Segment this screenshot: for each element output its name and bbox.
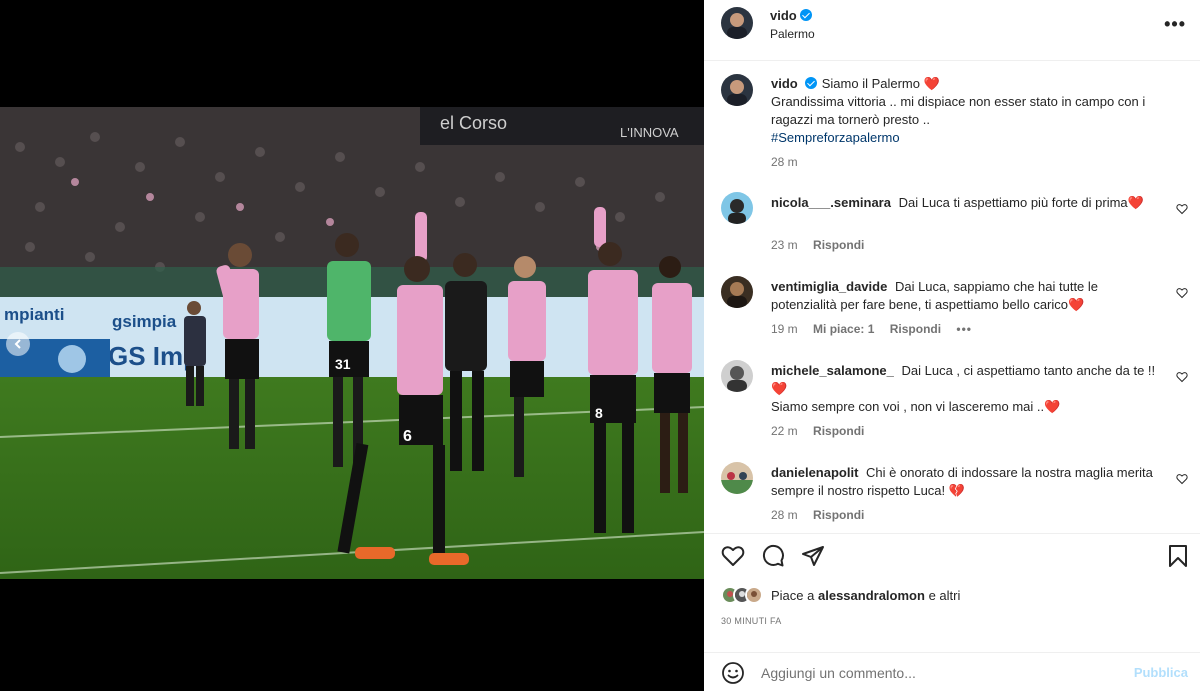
post-header: vido Palermo ••• bbox=[704, 0, 1200, 61]
bookmark-icon[interactable] bbox=[1166, 544, 1190, 568]
chevron-left-icon bbox=[14, 339, 21, 349]
comment-meta: 23 m Rispondi bbox=[771, 238, 876, 252]
caption-text: vido Siamo il Palermo ❤️ Grandissima vitt… bbox=[771, 75, 1166, 147]
comment-avatar[interactable] bbox=[721, 192, 753, 224]
like-comment-icon[interactable] bbox=[1176, 371, 1188, 383]
post-details-panel: vido Palermo ••• vido Siamo il Palermo ❤️… bbox=[704, 0, 1200, 691]
comment-time[interactable]: 22 m bbox=[771, 424, 798, 438]
comment-body: danielenapolit Chi è onorato di indossar… bbox=[771, 464, 1166, 500]
author-avatar[interactable] bbox=[721, 74, 753, 106]
comment-options-icon[interactable]: ••• bbox=[956, 322, 972, 336]
reply-button[interactable]: Rispondi bbox=[813, 238, 864, 252]
author-avatar[interactable] bbox=[721, 7, 753, 39]
comment-username[interactable]: danielenapolit bbox=[771, 465, 858, 480]
svg-text:L'INNOVA: L'INNOVA bbox=[620, 125, 679, 140]
emoji-icon[interactable] bbox=[721, 661, 745, 685]
verified-icon bbox=[799, 9, 812, 21]
author-username[interactable]: vido bbox=[770, 8, 797, 23]
reply-button[interactable]: Rispondi bbox=[813, 508, 864, 522]
comment-likes-count[interactable]: Mi piace: 1 bbox=[813, 322, 874, 336]
comment-avatar[interactable] bbox=[721, 462, 753, 494]
like-comment-icon[interactable] bbox=[1176, 287, 1188, 299]
add-comment-bar: Pubblica bbox=[704, 652, 1200, 691]
post-timestamp[interactable]: 30 MINUTI FA bbox=[721, 616, 782, 626]
caption-username[interactable]: vido bbox=[771, 76, 798, 91]
post-photo[interactable]: el Corso L'INNOVA mpianti gsimpia GS Imp bbox=[0, 107, 704, 579]
svg-text:6: 6 bbox=[403, 428, 412, 445]
comment-body: michele_salamone_ Dai Luca , ci aspettia… bbox=[771, 362, 1166, 416]
likes-suffix: e altri bbox=[928, 587, 961, 603]
share-icon[interactable] bbox=[801, 544, 825, 568]
likes-summary: Piace a alessandralomon e altri bbox=[721, 585, 960, 605]
likes-text: Piace a alessandralomon e altri bbox=[771, 588, 960, 603]
comment-icon[interactable] bbox=[761, 544, 785, 568]
caption-meta: 28 m bbox=[771, 155, 810, 169]
comment-time[interactable]: 19 m bbox=[771, 322, 798, 336]
likes-user[interactable]: alessandralomon bbox=[818, 588, 925, 603]
comment-meta: 22 m Rispondi bbox=[771, 424, 876, 438]
comment-username[interactable]: nicola___.seminara bbox=[771, 195, 891, 210]
more-icon[interactable]: ••• bbox=[1164, 14, 1186, 35]
instagram-post-view: el Corso L'INNOVA mpianti gsimpia GS Imp bbox=[0, 0, 1200, 691]
like-comment-icon[interactable] bbox=[1176, 203, 1188, 215]
post-location[interactable]: Palermo bbox=[770, 27, 815, 41]
publish-button[interactable]: Pubblica bbox=[1134, 665, 1188, 680]
verified-icon bbox=[804, 77, 817, 89]
media-area: el Corso L'INNOVA mpianti gsimpia GS Imp bbox=[0, 0, 704, 691]
reply-button[interactable]: Rispondi bbox=[890, 322, 941, 336]
author-name-row: vido bbox=[770, 8, 812, 23]
comment-meta: 28 m Rispondi bbox=[771, 508, 876, 522]
caption-emoji: ❤️ bbox=[923, 76, 940, 91]
likes-prefix: Piace a bbox=[771, 587, 815, 603]
heart-icon[interactable] bbox=[721, 544, 745, 568]
liker-avatar bbox=[745, 586, 763, 604]
comment-username[interactable]: michele_salamone_ bbox=[771, 363, 894, 378]
caption-title: Siamo il Palermo bbox=[821, 76, 920, 91]
comment-avatar[interactable] bbox=[721, 360, 753, 392]
comment-text-line2: Siamo sempre con voi , non vi lasceremo … bbox=[771, 399, 1061, 414]
svg-text:31: 31 bbox=[335, 356, 351, 372]
comment-input[interactable] bbox=[761, 663, 1111, 683]
caption-time[interactable]: 28 m bbox=[771, 155, 798, 169]
svg-text:gsimpia: gsimpia bbox=[112, 312, 177, 331]
carousel-prev-button[interactable] bbox=[6, 332, 30, 356]
comment-body: ventimiglia_davide Dai Luca, sappiamo ch… bbox=[771, 278, 1166, 314]
post-actions: Piace a alessandralomon e altri 30 MINUT… bbox=[704, 533, 1200, 658]
svg-text:mpianti: mpianti bbox=[4, 305, 64, 324]
comments-list[interactable]: vido Siamo il Palermo ❤️ Grandissima vitt… bbox=[704, 61, 1200, 533]
comment-time[interactable]: 28 m bbox=[771, 508, 798, 522]
comment-body: nicola___.seminara Dai Luca ti aspettiam… bbox=[771, 194, 1166, 212]
comment-username[interactable]: ventimiglia_davide bbox=[771, 279, 887, 294]
comment-time[interactable]: 23 m bbox=[771, 238, 798, 252]
caption-hashtag[interactable]: #Sempreforzapalermo bbox=[771, 130, 900, 145]
comment-text: Dai Luca ti aspettiamo più forte di prim… bbox=[898, 195, 1144, 210]
svg-text:el Corso: el Corso bbox=[440, 113, 507, 133]
caption-body: Grandissima vittoria .. mi dispiace non … bbox=[771, 94, 1146, 127]
comment-meta: 19 m Mi piace: 1 Rispondi ••• bbox=[771, 322, 984, 336]
like-comment-icon[interactable] bbox=[1176, 473, 1188, 485]
svg-text:8: 8 bbox=[595, 405, 603, 421]
comment-avatar[interactable] bbox=[721, 276, 753, 308]
reply-button[interactable]: Rispondi bbox=[813, 424, 864, 438]
